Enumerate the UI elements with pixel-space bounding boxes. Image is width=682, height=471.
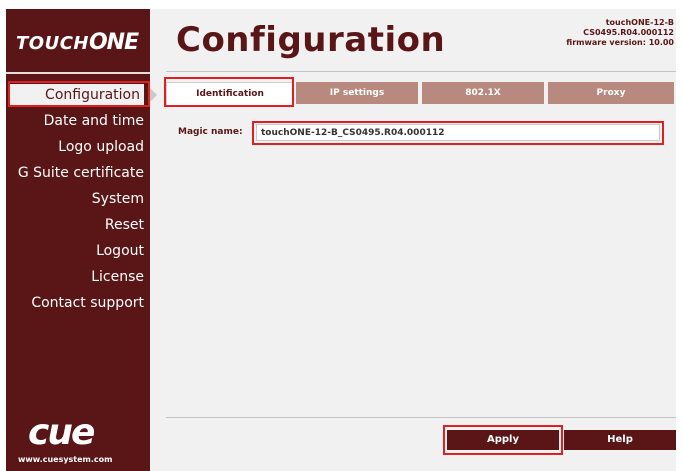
tab-identification[interactable]: Identification [166, 82, 294, 106]
sidebar-item-label: Logout [96, 243, 144, 259]
magic-name-label: Magic name: [178, 127, 243, 137]
touchone-logo: TOUCHONE [16, 30, 139, 55]
page-title: Configuration [176, 20, 446, 60]
sidebar-item-system[interactable]: System [6, 188, 144, 210]
sidebar-item-reset[interactable]: Reset [6, 214, 144, 236]
sidebar-item-label: Configuration [45, 87, 140, 103]
help-button[interactable]: Help [564, 430, 676, 450]
sidebar-divider [6, 72, 150, 74]
sidebar-item-logout[interactable]: Logout [6, 240, 144, 262]
footer-divider [166, 417, 676, 418]
tab-802-1x[interactable]: 802.1X [422, 82, 544, 104]
cue-logo: cue [28, 412, 95, 453]
sidebar-item-label: Reset [104, 217, 144, 233]
sidebar-item-label: Date and time [43, 113, 144, 129]
active-indicator-arrow-icon [150, 88, 157, 102]
logo-text-one: ONE [88, 30, 139, 55]
sidebar-item-label: License [91, 269, 144, 285]
firmware-version: firmware version: 10.00 [566, 38, 674, 47]
logo-text-touch: TOUCH [16, 33, 89, 54]
sidebar-item-label: System [91, 191, 144, 207]
sidebar-item-label: G Suite certificate [17, 165, 144, 181]
sidebar-item-g-suite-certificate[interactable]: G Suite certificate [6, 162, 144, 184]
tab-ip-settings[interactable]: IP settings [296, 82, 418, 104]
device-info: touchONE-12-B CS0495.R04.000112 firmware… [566, 18, 674, 48]
header-divider [166, 71, 676, 72]
sidebar-item-logo-upload[interactable]: Logo upload [6, 136, 144, 158]
device-serial: CS0495.R04.000112 [583, 28, 674, 37]
sidebar-item-label: Contact support [31, 295, 144, 311]
sidebar-item-license[interactable]: License [6, 266, 144, 288]
sidebar-item-label: Logo upload [58, 139, 144, 155]
cue-website: www.cuesystem.com [18, 455, 113, 464]
sidebar-item-date-and-time[interactable]: Date and time [6, 110, 144, 132]
magic-name-input[interactable] [256, 124, 660, 141]
apply-button[interactable]: Apply [447, 430, 559, 450]
sidebar-item-configuration[interactable]: Configuration [10, 84, 144, 106]
sidebar-item-contact-support[interactable]: Contact support [6, 292, 144, 314]
tab-proxy[interactable]: Proxy [548, 82, 674, 104]
device-name: touchONE-12-B [605, 18, 674, 27]
